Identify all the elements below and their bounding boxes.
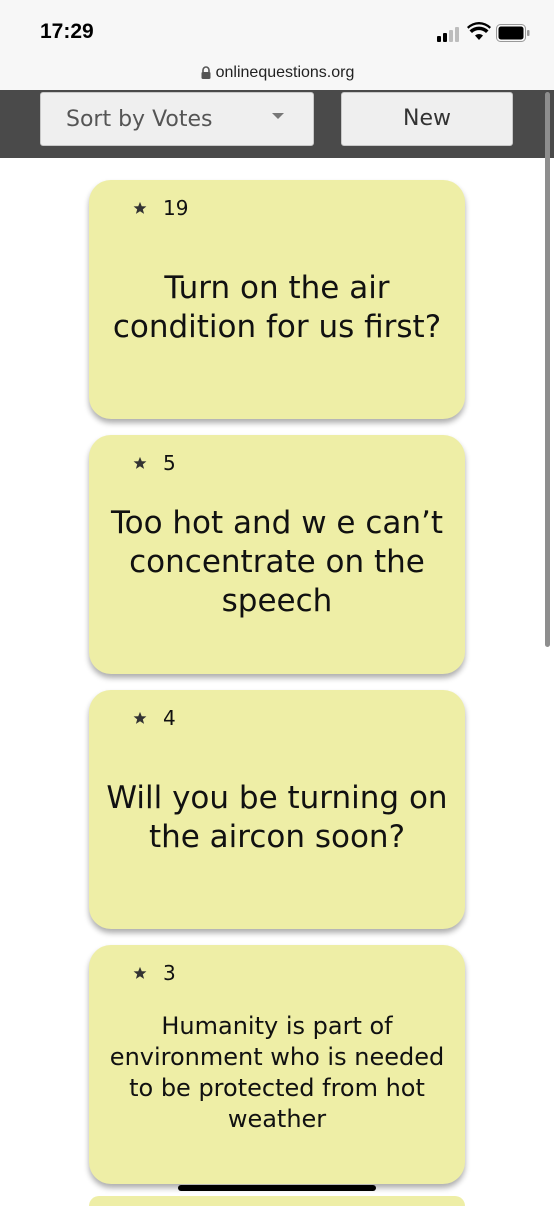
url-text: onlinequestions.org — [215, 64, 355, 81]
cellular-signal-icon — [437, 26, 463, 42]
question-card[interactable]: 4 Will you be turning on the aircon soon… — [89, 690, 465, 929]
home-indicator[interactable] — [178, 1185, 376, 1191]
address-bar[interactable]: onlinequestions.org — [0, 56, 554, 90]
status-bar: 17:29 — [0, 0, 554, 64]
question-card-partial[interactable] — [89, 1196, 465, 1206]
question-text: Humanity is part of environment who is n… — [109, 1011, 445, 1133]
chevron-down-icon — [272, 113, 284, 119]
scrollbar-thumb[interactable] — [545, 92, 550, 647]
status-time: 17:29 — [40, 20, 94, 43]
question-card[interactable]: 3 Humanity is part of environment who is… — [89, 945, 465, 1184]
new-button[interactable]: New — [341, 92, 513, 146]
question-card[interactable]: 19 Turn on the air condition for us firs… — [89, 180, 465, 419]
battery-icon — [496, 24, 530, 42]
question-card[interactable]: 5 Too hot and w e can’t concentrate on t… — [89, 435, 465, 674]
lock-icon — [201, 66, 211, 79]
wifi-icon — [467, 22, 491, 40]
toolbar: Sort by Votes New — [0, 90, 554, 158]
question-text: Too hot and w e can’t concentrate on the… — [110, 505, 444, 619]
sort-select-label: Sort by Votes — [66, 107, 213, 132]
sort-select[interactable]: Sort by Votes — [40, 92, 314, 146]
question-text: Turn on the air condition for us first? — [112, 269, 442, 345]
question-text: Will you be turning on the aircon soon? — [106, 779, 448, 855]
